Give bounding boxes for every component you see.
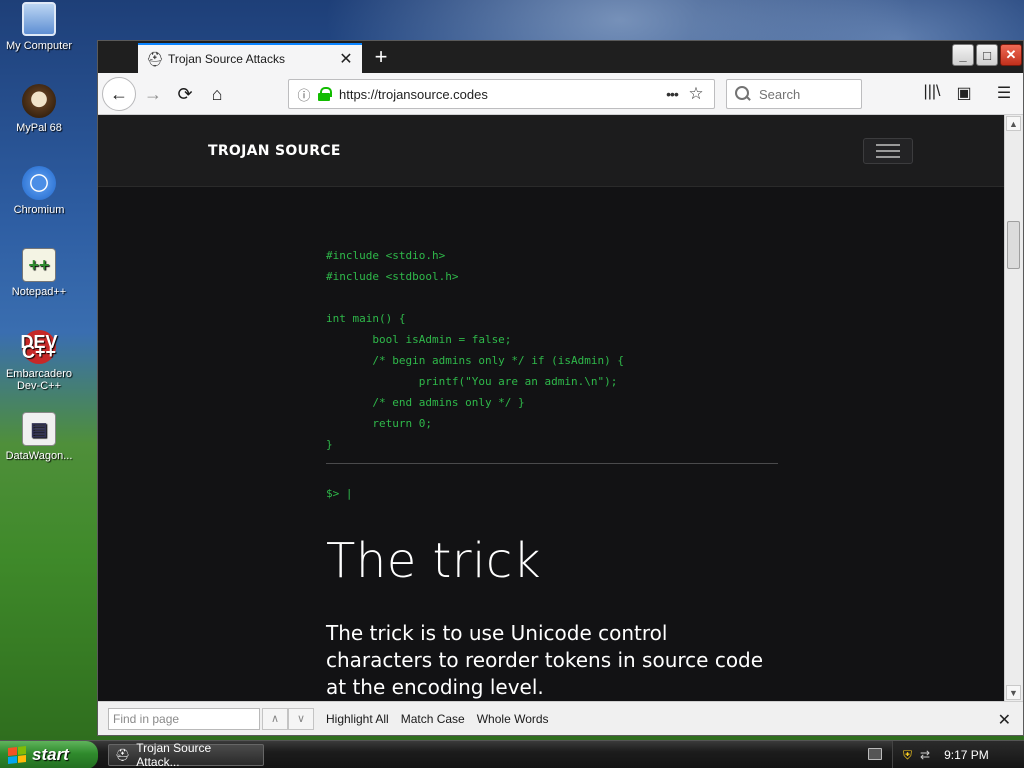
back-button[interactable]: ←	[102, 77, 136, 111]
desktop-icon-notepadpp[interactable]: ++ Notepad++	[0, 248, 78, 298]
search-icon	[735, 86, 751, 102]
url-text[interactable]: https://trojansource.codes	[339, 87, 660, 102]
site-navbar: TROJAN SOURCE	[98, 115, 1004, 187]
mypal-icon	[22, 84, 56, 118]
page-content: TROJAN SOURCE #include <stdio.h> #includ…	[98, 115, 1004, 701]
tab-strip: ⛑ Trojan Source Attacks ✕ + _ □ ✕	[98, 41, 1023, 73]
bookmark-star-icon[interactable]: ☆	[684, 84, 708, 104]
scroll-down-icon[interactable]: ▼	[1006, 685, 1021, 700]
divider	[326, 463, 778, 464]
minimize-button[interactable]: _	[952, 44, 974, 66]
datawagon-icon: ▤	[22, 412, 56, 446]
forward-button[interactable]: →	[138, 79, 168, 109]
clock[interactable]: 9:17 PM	[944, 748, 989, 762]
match-case-toggle[interactable]: Match Case	[401, 712, 465, 726]
menu-bar-icon	[876, 156, 900, 158]
taskbar-item-label: Trojan Source Attack...	[136, 741, 212, 768]
code-line: /* begin admins only */ if (isAdmin) {	[326, 354, 625, 367]
code-line: #include <stdio.h>	[326, 249, 446, 262]
highlight-all-toggle[interactable]: Highlight All	[326, 712, 389, 726]
scroll-up-icon[interactable]: ▲	[1006, 116, 1021, 131]
code-line: #include <stdbool.h>	[326, 270, 459, 283]
spartan-helmet-icon: ⛑	[115, 748, 131, 762]
code-line: }	[326, 438, 333, 451]
find-next-button[interactable]: ∨	[288, 707, 314, 730]
security-shield-icon[interactable]: ⛨	[903, 748, 912, 763]
whole-words-toggle[interactable]: Whole Words	[477, 712, 549, 726]
chromium-icon	[22, 166, 56, 200]
reload-button[interactable]: ⟳	[170, 79, 200, 109]
navigation-toolbar: ← → ⟳ ⌂ ⓘ https://trojansource.codes •••…	[98, 73, 1023, 115]
url-bar[interactable]: ⓘ https://trojansource.codes ••• ☆	[288, 79, 715, 109]
find-navigation: ∧ ∨	[262, 707, 314, 730]
site-menu-toggle[interactable]	[863, 138, 913, 164]
browser-window: ⛑ Trojan Source Attacks ✕ + _ □ ✕ ← → ⟳ …	[97, 40, 1024, 736]
start-button[interactable]: start	[0, 741, 98, 768]
search-input[interactable]: Search	[726, 79, 862, 109]
lock-icon	[317, 87, 333, 101]
my-computer-icon	[22, 2, 56, 36]
desktop-icon-label: DataWagon...	[5, 450, 73, 462]
desktop-icon-label: Embarcadero Dev-C++	[5, 368, 73, 392]
find-bar: Find in page ∧ ∨ Highlight All Match Cas…	[98, 701, 1023, 735]
desktop-icon-mypal[interactable]: MyPal 68	[0, 84, 78, 134]
close-window-button[interactable]: ✕	[1000, 44, 1022, 66]
sidebar-icon[interactable]: ▣	[952, 83, 976, 105]
close-tab-icon[interactable]: ✕	[338, 49, 354, 69]
notepadpp-icon: ++	[22, 248, 56, 282]
devcpp-icon: DEV C++	[20, 330, 58, 364]
search-placeholder: Search	[759, 86, 801, 102]
site-info-icon[interactable]: ⓘ	[295, 85, 313, 104]
maximize-button[interactable]: □	[976, 44, 998, 66]
taskbar-item-browser[interactable]: ⛑ Trojan Source Attack...	[108, 741, 264, 768]
code-sample: #include <stdio.h> #include <stdbool.h> …	[326, 245, 781, 464]
windows-logo-icon	[8, 746, 26, 764]
library-icon[interactable]: |||\	[920, 83, 944, 105]
desktop-icon-my-computer[interactable]: My Computer	[0, 2, 78, 52]
menu-bar-icon	[876, 144, 900, 146]
desktop-icon-datawagon[interactable]: ▤ DataWagon...	[0, 412, 78, 462]
code-line: bool isAdmin = false;	[326, 333, 512, 346]
desktop-icon-chromium[interactable]: Chromium	[0, 166, 78, 216]
keyboard-icon[interactable]	[868, 748, 882, 760]
hamburger-menu-icon[interactable]: ☰	[992, 83, 1016, 105]
shell-prompt: $> |	[326, 487, 353, 500]
code-line: return 0;	[326, 417, 432, 430]
vertical-scrollbar[interactable]: ▲ ▼	[1004, 115, 1022, 701]
start-label: start	[32, 745, 69, 764]
find-previous-button[interactable]: ∧	[262, 707, 288, 730]
new-tab-button[interactable]: +	[368, 45, 394, 71]
taskbar: start ⛑ Trojan Source Attack... ⛨ ⇄ 9:17…	[0, 740, 1024, 768]
desktop-icon-label: Chromium	[13, 204, 65, 216]
code-line: int main() {	[326, 312, 406, 325]
close-find-bar-icon[interactable]: ✕	[998, 710, 1011, 730]
system-tray: ⛨ ⇄ 9:17 PM	[892, 741, 1024, 768]
find-input[interactable]: Find in page	[108, 707, 260, 730]
code-line: /* end admins only */ }	[326, 396, 525, 409]
tab-trojan-source[interactable]: ⛑ Trojan Source Attacks ✕	[138, 43, 362, 73]
home-button[interactable]: ⌂	[202, 79, 232, 109]
section-paragraph: The trick is to use Unicode control char…	[326, 621, 764, 699]
page-actions-icon[interactable]: •••	[660, 86, 684, 102]
menu-bar-icon	[876, 150, 900, 152]
desktop-icon-devcpp[interactable]: DEV C++ Embarcadero Dev-C++	[0, 330, 78, 392]
desktop-icon-label: MyPal 68	[16, 122, 62, 134]
code-line: printf("You are an admin.\n");	[326, 375, 618, 388]
scrollbar-thumb[interactable]	[1007, 221, 1020, 269]
section-heading: The trick	[326, 533, 542, 589]
tab-title: Trojan Source Attacks	[168, 52, 285, 66]
spartan-helmet-icon: ⛑	[146, 51, 164, 67]
network-icon[interactable]: ⇄	[920, 748, 930, 762]
desktop-icon-label: Notepad++	[11, 286, 67, 298]
desktop-icon-label: My Computer	[5, 40, 73, 52]
site-brand[interactable]: TROJAN SOURCE	[208, 143, 341, 159]
